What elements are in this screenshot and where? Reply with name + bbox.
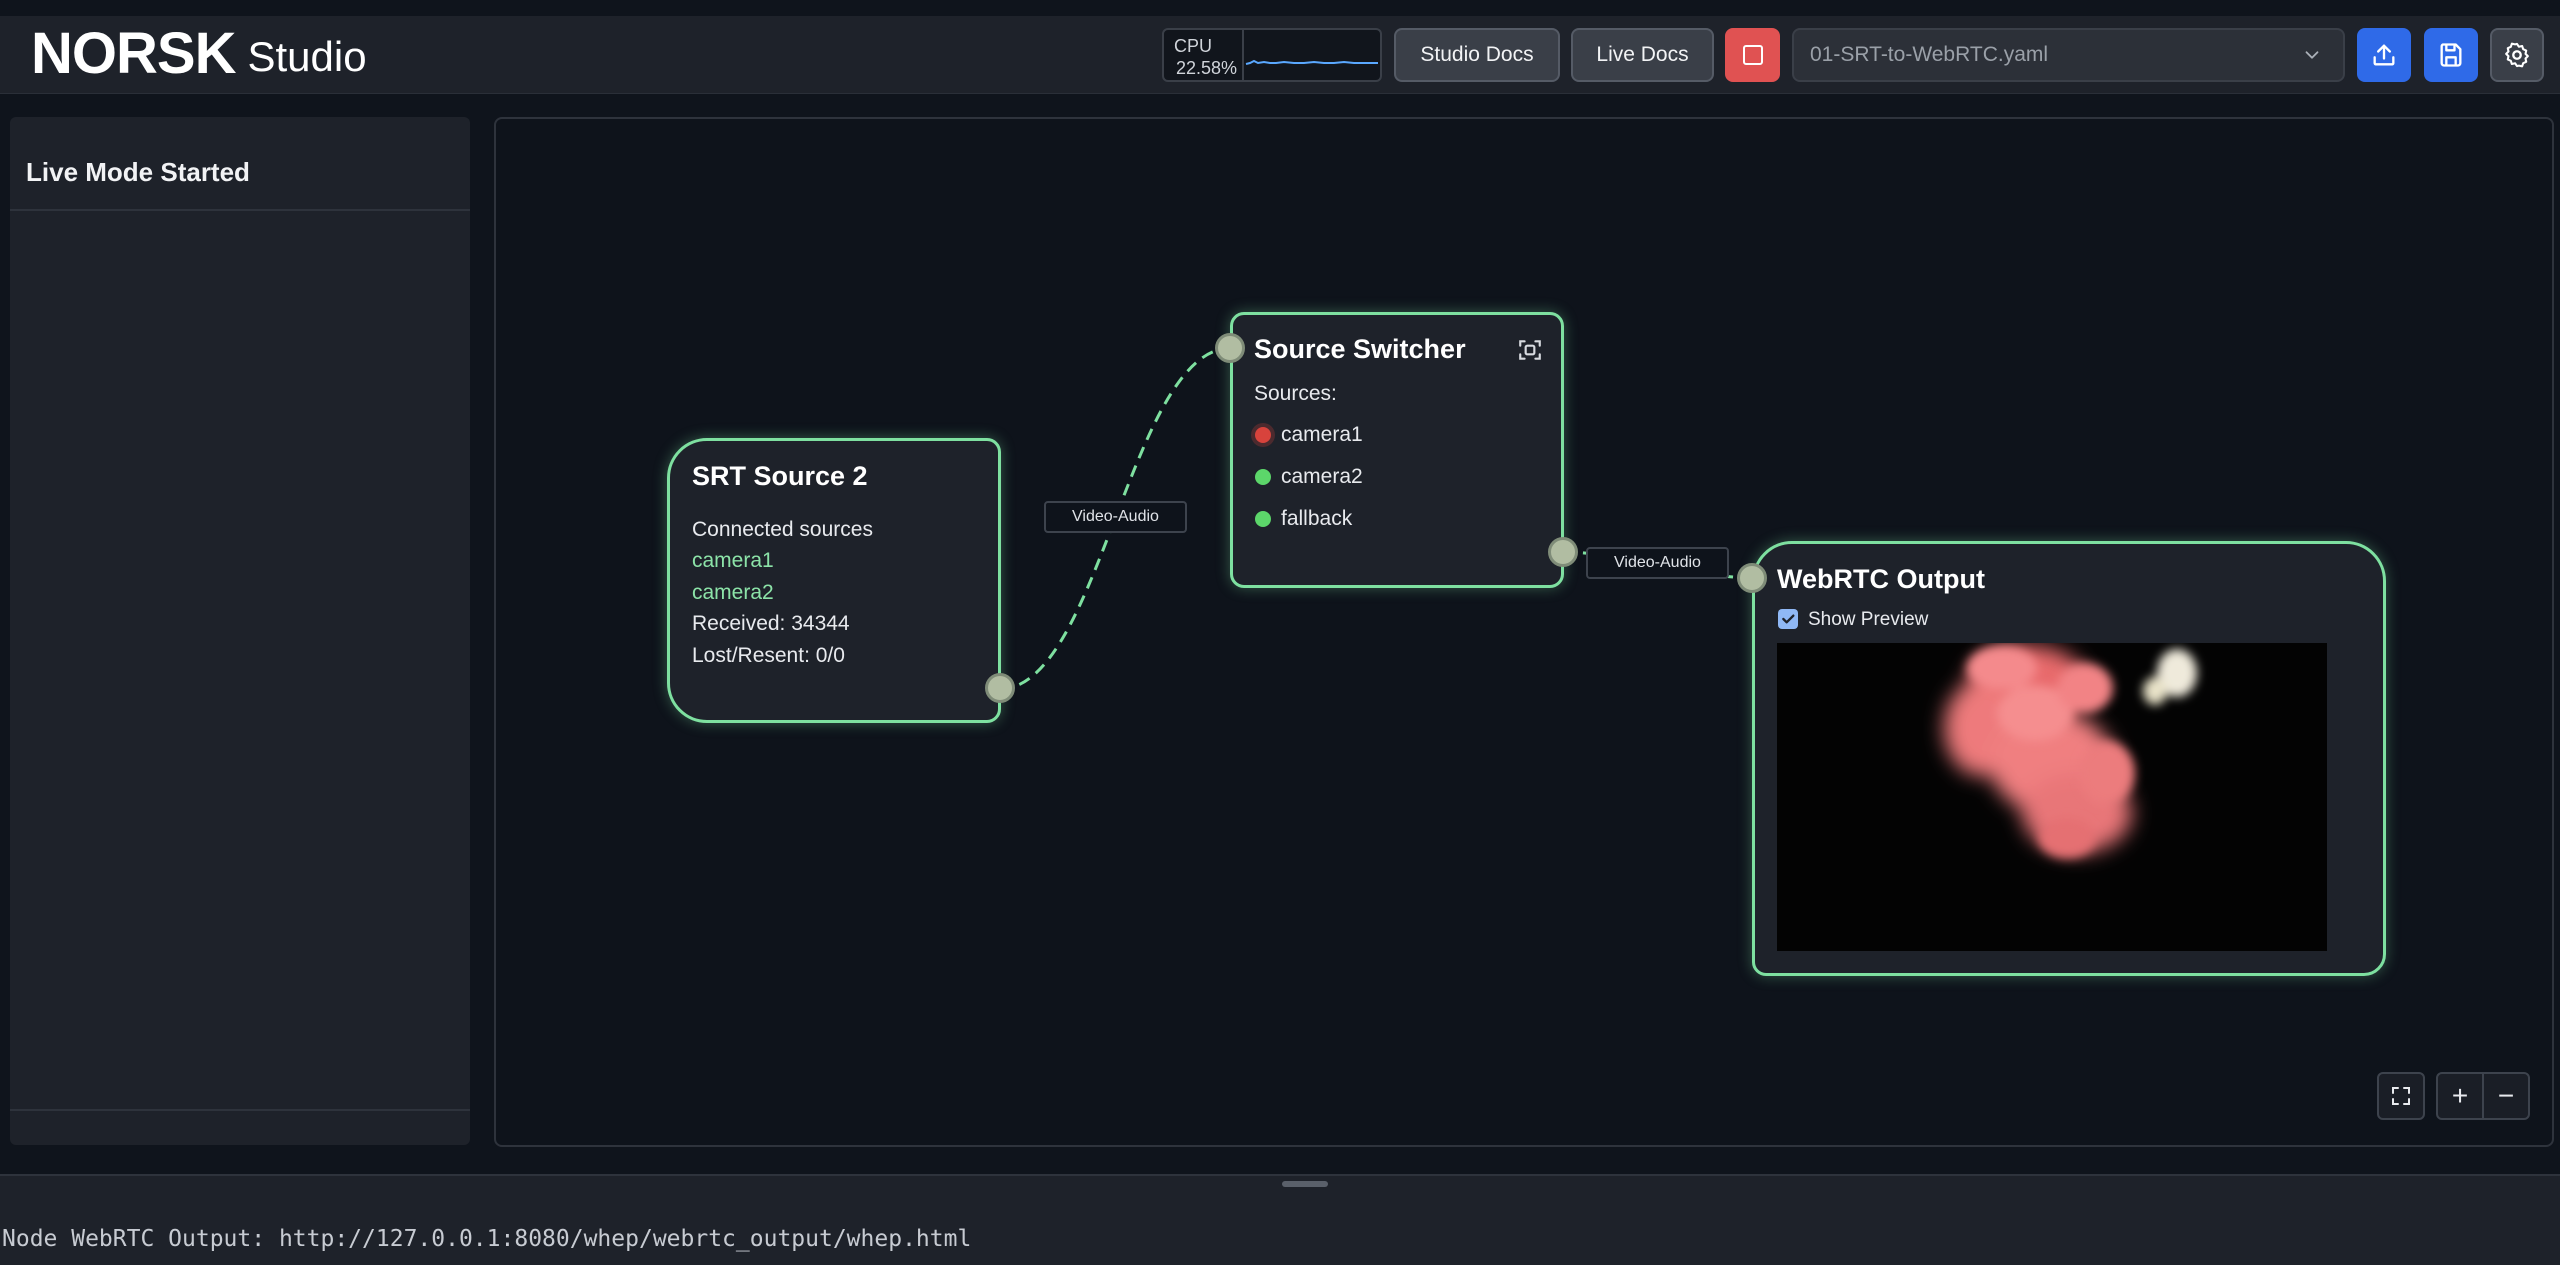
source-status-dot-active xyxy=(1255,427,1271,443)
logo-product: Studio xyxy=(247,33,367,80)
live-docs-button[interactable]: Live Docs xyxy=(1571,28,1714,82)
edge-label: Video-Audio xyxy=(1044,501,1187,533)
fullscreen-icon xyxy=(2392,1087,2410,1105)
app-logo: NORSK Studio xyxy=(31,21,367,86)
upload-button[interactable] xyxy=(2357,28,2411,82)
cpu-value: 22.58% xyxy=(1176,58,1238,78)
fullscreen-button[interactable] xyxy=(2377,1072,2425,1120)
source-item[interactable]: camera2 xyxy=(1281,465,1363,489)
video-preview[interactable] xyxy=(1777,643,2327,951)
zoom-out-button[interactable]: − xyxy=(2482,1072,2530,1120)
chevron-down-icon xyxy=(2305,51,2319,59)
received-count: Received: 34344 xyxy=(692,612,850,635)
connected-source-item: camera2 xyxy=(692,581,774,604)
cpu-label: CPU xyxy=(1174,36,1213,56)
checkmark-icon xyxy=(1782,614,1795,624)
sidebar-title: Live Mode Started xyxy=(26,157,250,187)
upload-icon xyxy=(2373,44,2395,66)
node-title: WebRTC Output xyxy=(1777,564,1985,594)
sidebar-divider xyxy=(10,209,470,211)
source-item[interactable]: camera1 xyxy=(1281,423,1363,447)
zoom-in-button[interactable]: + xyxy=(2436,1072,2484,1120)
file-select-value: 01-SRT-to-WebRTC.yaml xyxy=(1810,43,2049,66)
edge-label: Video-Audio xyxy=(1586,547,1729,579)
fit-view-icon[interactable] xyxy=(1517,337,1543,363)
sidebar-divider xyxy=(10,1109,470,1111)
show-preview-checkbox[interactable] xyxy=(1778,609,1798,629)
sidebar-panel: Live Mode Started xyxy=(10,117,470,1145)
cpu-readout: CPU 22.58% xyxy=(1164,30,1244,80)
settings-button[interactable] xyxy=(2490,28,2544,82)
log-line: Node WebRTC Output: http://127.0.0.1:808… xyxy=(2,1226,972,1252)
stop-button[interactable] xyxy=(1725,28,1780,82)
source-status-dot xyxy=(1255,511,1271,527)
video-frame xyxy=(1944,645,2197,858)
save-icon xyxy=(2440,43,2462,67)
webrtc-input-handle[interactable] xyxy=(1737,563,1767,593)
save-button[interactable] xyxy=(2424,28,2478,82)
node-source-switcher[interactable]: Source Switcher Sources: camera1 camera2… xyxy=(1230,312,1564,588)
app-header: NORSK Studio CPU 22.58% Studio Docs Live… xyxy=(0,16,2560,94)
gear-icon xyxy=(2505,42,2529,68)
node-title: SRT Source 2 xyxy=(692,461,868,491)
switcher-output-handle[interactable] xyxy=(1548,537,1578,567)
node-srt-source[interactable]: SRT Source 2 Connected sources camera1 c… xyxy=(667,438,1001,723)
source-status-dot xyxy=(1255,469,1271,485)
file-select[interactable]: 01-SRT-to-WebRTC.yaml xyxy=(1792,28,2345,82)
srt-output-handle[interactable] xyxy=(985,673,1015,703)
cpu-monitor: CPU 22.58% xyxy=(1162,28,1382,82)
switcher-input-handle[interactable] xyxy=(1215,333,1245,363)
sources-label: Sources: xyxy=(1254,382,1337,405)
resize-handle[interactable] xyxy=(1282,1181,1328,1187)
node-webrtc-output[interactable]: WebRTC Output Show Preview xyxy=(1752,541,2386,976)
stop-icon xyxy=(1742,45,1763,65)
cpu-sparkline xyxy=(1244,30,1380,80)
lost-resent-count: Lost/Resent: 0/0 xyxy=(692,644,845,667)
node-title: Source Switcher xyxy=(1254,334,1466,364)
logo-brand: NORSK xyxy=(31,21,236,86)
show-preview-label: Show Preview xyxy=(1808,609,1929,630)
log-panel: Node WebRTC Output: http://127.0.0.1:808… xyxy=(0,1174,2560,1265)
source-item[interactable]: fallback xyxy=(1281,507,1352,531)
studio-docs-button[interactable]: Studio Docs xyxy=(1394,28,1560,82)
connected-source-item: camera1 xyxy=(692,549,774,572)
connected-sources-label: Connected sources xyxy=(692,518,873,541)
